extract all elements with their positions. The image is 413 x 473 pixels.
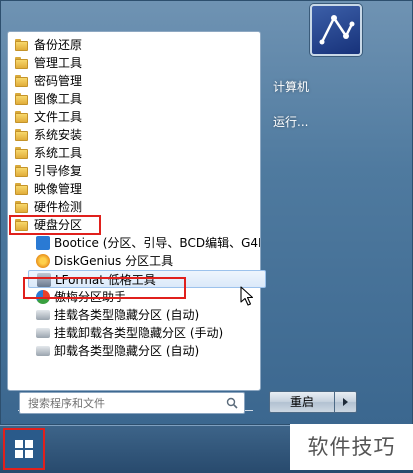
program-item-mount-auto[interactable]: 挂载各类型隐藏分区 (自动) bbox=[8, 306, 260, 324]
folder-item[interactable]: 密码管理 bbox=[8, 72, 260, 90]
diskgenius-icon bbox=[36, 254, 50, 268]
program-label: 挂载卸载各类型隐藏分区 (手动) bbox=[54, 326, 224, 340]
user-avatar[interactable] bbox=[310, 4, 362, 56]
user-picture-icon bbox=[319, 15, 355, 45]
folder-item-disk-partition[interactable]: 硬盘分区 bbox=[9, 215, 101, 235]
folder-label: 系统工具 bbox=[34, 146, 83, 160]
folder-label: 硬盘分区 bbox=[34, 218, 83, 232]
folder-label: 备份还原 bbox=[34, 38, 83, 52]
folder-item[interactable]: 文件工具 bbox=[8, 108, 260, 126]
program-label: 卸载各类型隐藏分区 (自动) bbox=[54, 344, 200, 358]
folder-icon bbox=[15, 75, 28, 87]
folder-item[interactable]: 管理工具 bbox=[8, 54, 260, 72]
program-item-diskgenius[interactable]: DiskGenius 分区工具 bbox=[8, 252, 260, 270]
folder-icon bbox=[15, 129, 28, 141]
programs-pane: 备份还原 管理工具 密码管理 图像工具 文件工具 系统安装 系统工具 引导修复 … bbox=[7, 31, 266, 411]
search-field[interactable] bbox=[19, 392, 245, 414]
program-list: 备份还原 管理工具 密码管理 图像工具 文件工具 系统安装 系统工具 引导修复 … bbox=[8, 36, 266, 360]
folder-icon bbox=[15, 165, 28, 177]
folder-label: 管理工具 bbox=[34, 56, 83, 70]
program-item-unmount-auto[interactable]: 卸载各类型隐藏分区 (自动) bbox=[8, 342, 260, 360]
folder-label: 引导修复 bbox=[34, 164, 83, 178]
folder-item[interactable]: 系统工具 bbox=[8, 144, 260, 162]
folder-icon bbox=[15, 111, 28, 123]
folder-label: 图像工具 bbox=[34, 92, 83, 106]
folder-icon bbox=[15, 57, 28, 69]
folder-label: 映像管理 bbox=[34, 182, 83, 196]
folder-item[interactable]: 硬件检测 bbox=[8, 198, 260, 216]
folder-icon bbox=[15, 93, 28, 105]
run-link[interactable]: 运行... bbox=[273, 113, 308, 130]
windows-logo-icon bbox=[15, 440, 33, 458]
folder-label: 密码管理 bbox=[34, 74, 83, 88]
folder-item[interactable]: 备份还原 bbox=[8, 36, 260, 54]
drive-icon bbox=[36, 328, 50, 338]
folder-icon bbox=[15, 183, 28, 195]
drive-icon bbox=[36, 346, 50, 356]
folder-icon bbox=[15, 39, 28, 51]
computer-link[interactable]: 计算机 bbox=[273, 78, 309, 95]
folder-label: 硬件检测 bbox=[34, 200, 83, 214]
folder-item[interactable]: 引导修复 bbox=[8, 162, 260, 180]
program-item-bootice[interactable]: Bootice (分区、引导、BCD编辑、G4D bbox=[8, 234, 260, 252]
program-label: 挂载各类型隐藏分区 (自动) bbox=[54, 308, 200, 322]
folder-item[interactable]: 映像管理 bbox=[8, 180, 260, 198]
search-icon[interactable] bbox=[226, 397, 238, 409]
start-menu: 备份还原 管理工具 密码管理 图像工具 文件工具 系统安装 系统工具 引导修复 … bbox=[0, 0, 413, 425]
folder-label: 系统安装 bbox=[34, 128, 83, 142]
shutdown-options-arrow-icon[interactable] bbox=[335, 391, 357, 413]
folder-label: 文件工具 bbox=[34, 110, 83, 124]
drive-icon bbox=[36, 310, 50, 320]
folder-icon bbox=[15, 147, 28, 159]
watermark-text: 软件技巧 bbox=[290, 424, 413, 470]
mouse-cursor-icon bbox=[240, 286, 254, 306]
program-label: DiskGenius 分区工具 bbox=[54, 254, 174, 268]
program-label: Bootice (分区、引导、BCD编辑、G4D bbox=[54, 236, 260, 250]
program-item-mount-manual[interactable]: 挂载卸载各类型隐藏分区 (手动) bbox=[8, 324, 260, 342]
folder-item[interactable]: 图像工具 bbox=[8, 90, 260, 108]
folder-icon bbox=[15, 201, 28, 213]
folder-item[interactable]: 系统安装 bbox=[8, 126, 260, 144]
lformat-highlight-box bbox=[23, 277, 186, 299]
start-button[interactable] bbox=[3, 428, 45, 470]
folder-open-icon bbox=[15, 219, 28, 231]
bootice-icon bbox=[36, 236, 50, 250]
restart-button[interactable]: 重启 bbox=[269, 391, 335, 413]
search-input[interactable] bbox=[20, 393, 228, 413]
